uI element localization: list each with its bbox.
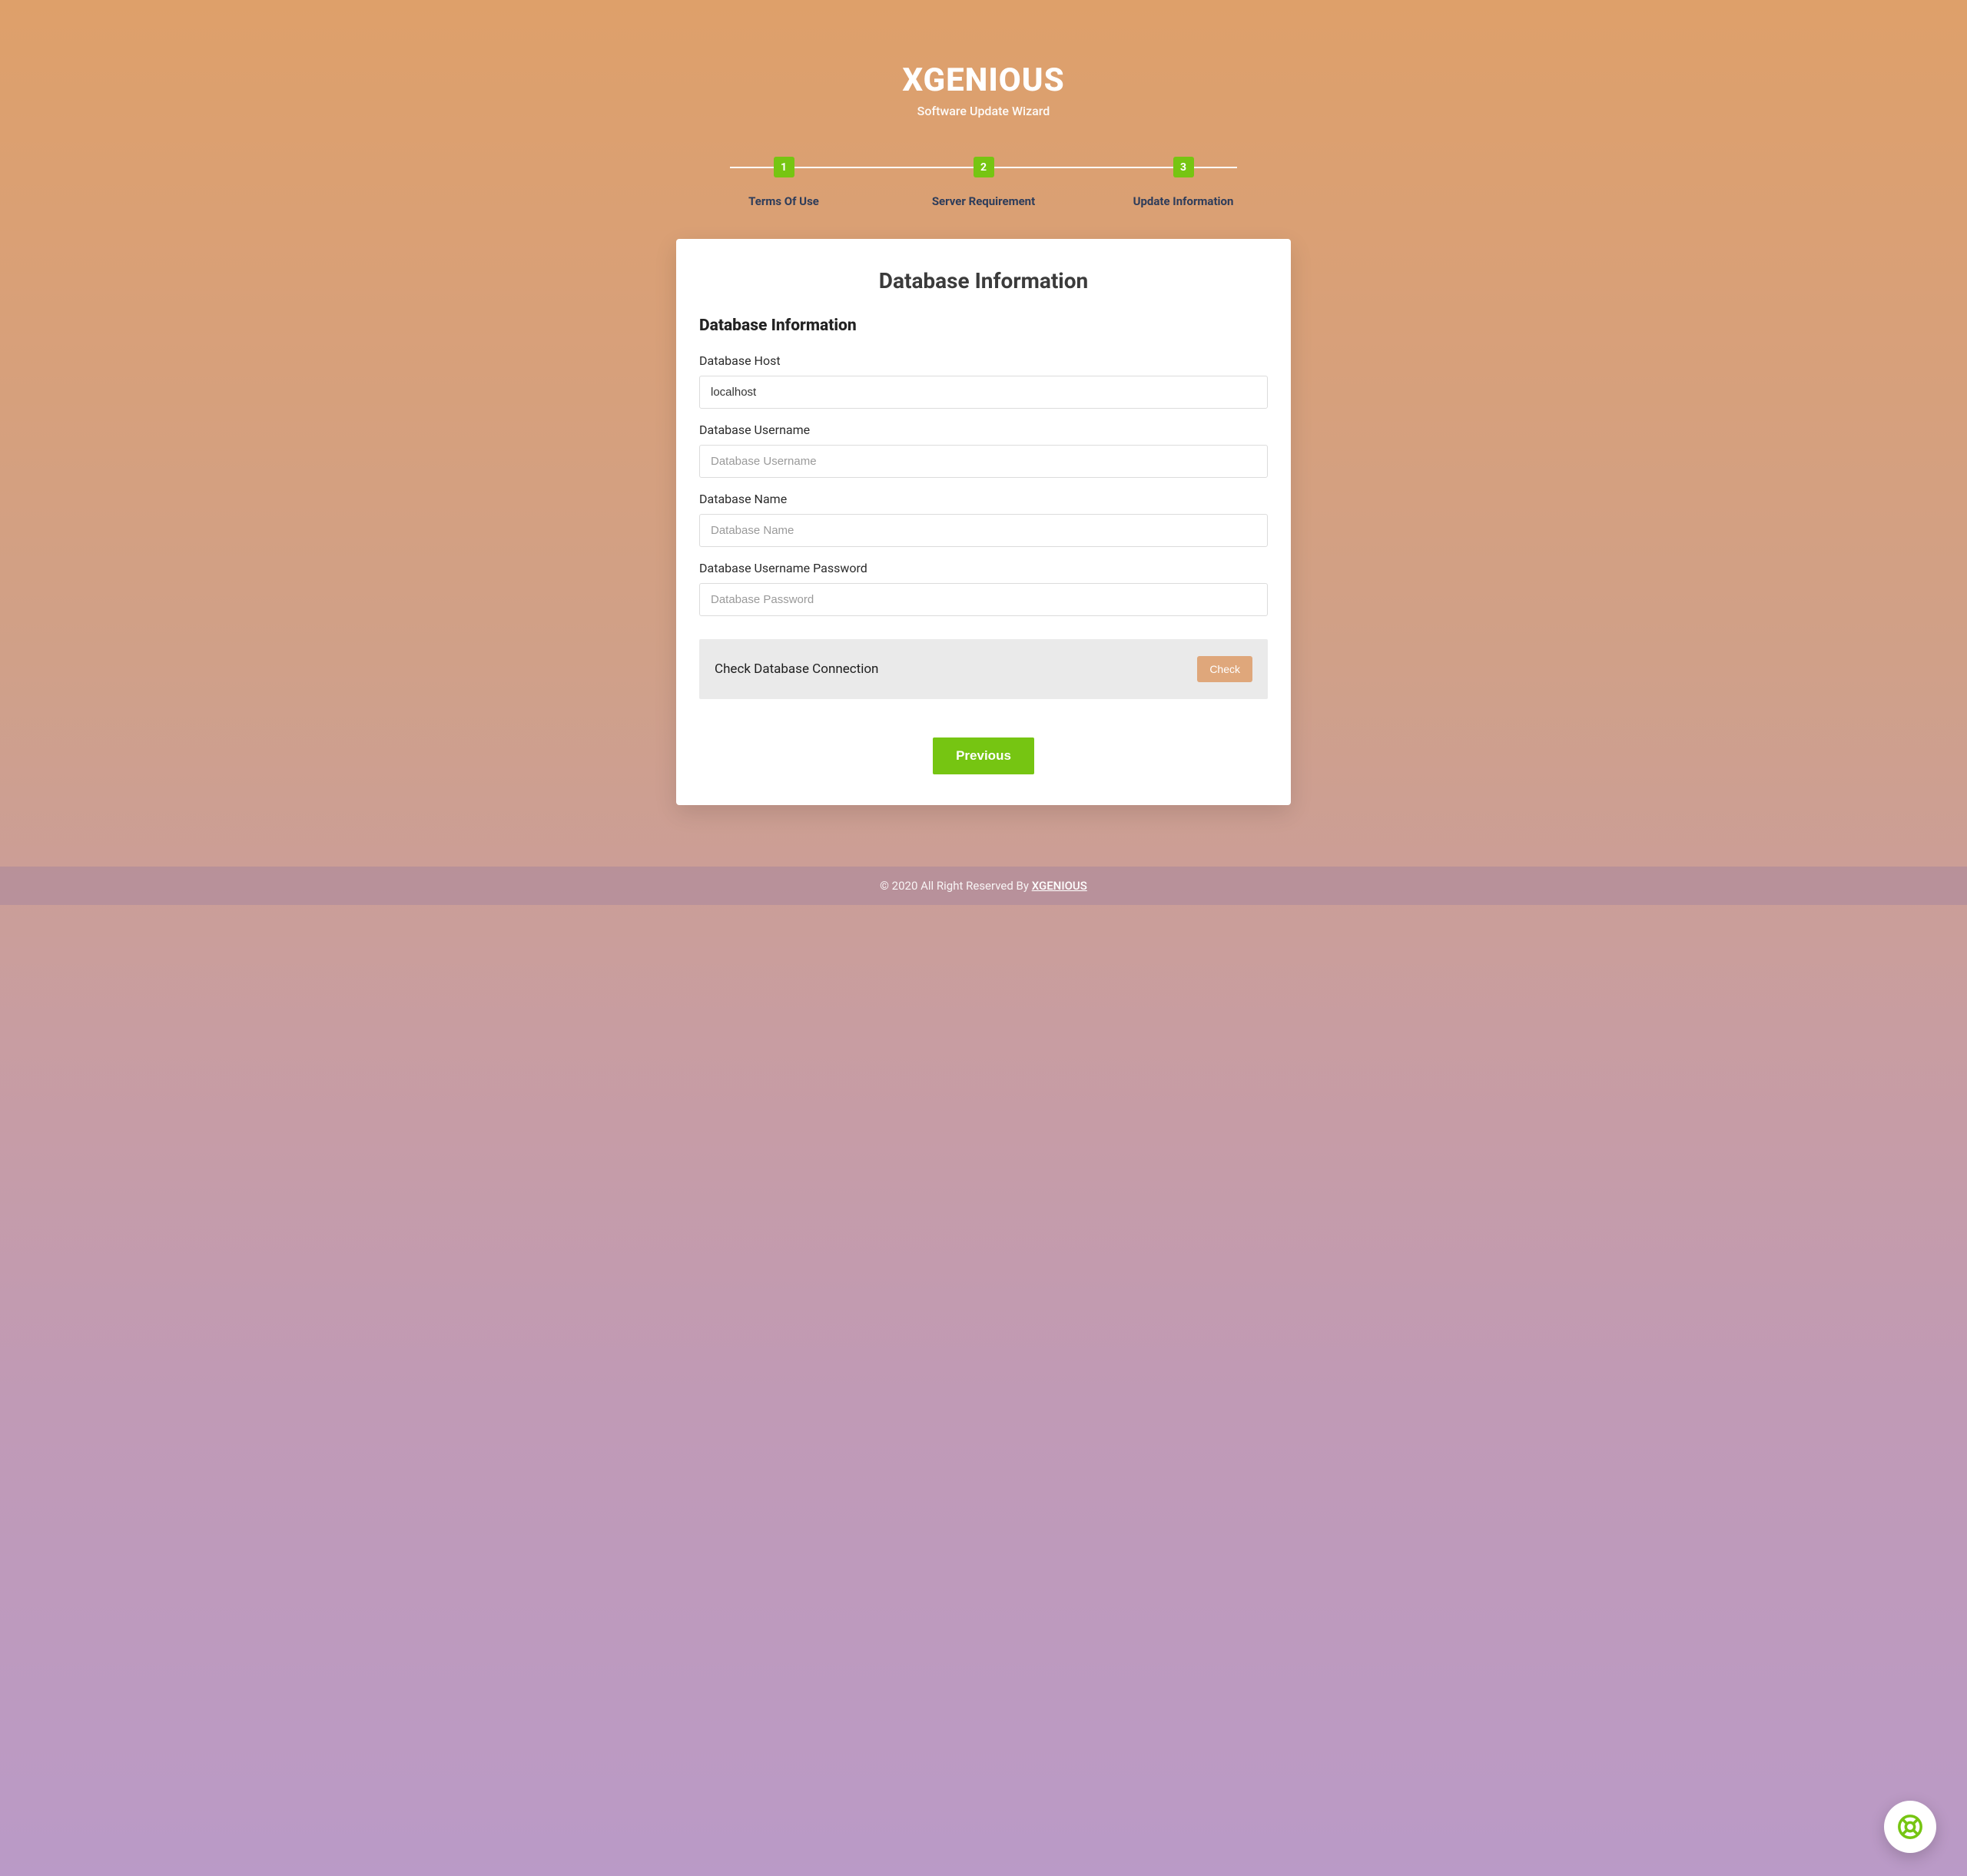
brand-subtitle: Software Update Wizard: [902, 104, 1064, 118]
footer-link[interactable]: XGENIOUS: [1032, 879, 1087, 893]
help-fab[interactable]: [1884, 1801, 1936, 1853]
stepper-items: 1 Terms Of Use 2 Server Requirement 3 Up…: [707, 157, 1260, 208]
database-password-input[interactable]: [699, 583, 1268, 616]
check-connection-label: Check Database Connection: [715, 661, 878, 677]
card-title: Database Information: [699, 268, 1268, 293]
step-label: Terms Of Use: [748, 194, 819, 208]
step-label: Update Information: [1133, 194, 1234, 208]
step-update[interactable]: 3 Update Information: [1106, 157, 1260, 208]
check-button[interactable]: Check: [1197, 656, 1252, 682]
form-group-username: Database Username: [699, 423, 1268, 478]
database-name-label: Database Name: [699, 492, 1268, 506]
step-number: 1: [774, 157, 794, 177]
brand-title: XGENIOUS: [902, 61, 1064, 99]
form-card: Database Information Database Informatio…: [676, 239, 1291, 805]
wizard-stepper: 1 Terms Of Use 2 Server Requirement 3 Up…: [707, 157, 1260, 208]
step-server[interactable]: 2 Server Requirement: [907, 157, 1060, 208]
form-group-name: Database Name: [699, 492, 1268, 547]
step-number: 3: [1173, 157, 1194, 177]
database-name-input[interactable]: [699, 514, 1268, 547]
page-footer: © 2020 All Right Reserved By XGENIOUS: [0, 867, 1967, 905]
database-host-label: Database Host: [699, 353, 1268, 368]
lifebuoy-icon: [1897, 1814, 1923, 1840]
database-username-input[interactable]: [699, 445, 1268, 478]
step-terms[interactable]: 1 Terms Of Use: [707, 157, 861, 208]
form-group-host: Database Host: [699, 353, 1268, 409]
database-username-label: Database Username: [699, 423, 1268, 437]
section-title: Database Information: [699, 317, 1268, 335]
database-host-input[interactable]: [699, 376, 1268, 409]
check-connection-box: Check Database Connection Check: [699, 639, 1268, 699]
step-number: 2: [974, 157, 994, 177]
footer-text: © 2020 All Right Reserved By: [880, 879, 1032, 893]
step-label: Server Requirement: [932, 194, 1035, 208]
page-header: XGENIOUS Software Update Wizard: [902, 61, 1064, 118]
database-password-label: Database Username Password: [699, 561, 1268, 575]
previous-button[interactable]: Previous: [933, 737, 1034, 774]
form-group-password: Database Username Password: [699, 561, 1268, 616]
